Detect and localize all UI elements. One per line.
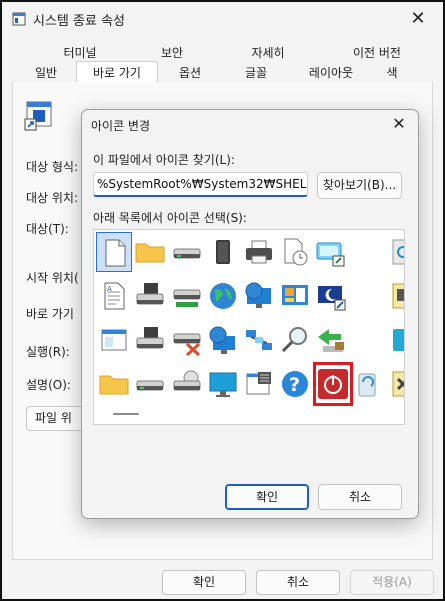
start-in-label: 시작 위치( bbox=[26, 271, 79, 285]
title-bar: 시스템 종료 속성 ✕ bbox=[2, 2, 443, 36]
floppy-drive-icon[interactable] bbox=[132, 276, 168, 316]
horizontal-scrollbar[interactable] bbox=[113, 413, 139, 415]
tab-font[interactable]: 글꼴 bbox=[228, 64, 284, 83]
select-icon-label: 아래 목록에서 아이콘 선택(S): bbox=[93, 211, 247, 225]
properties-window: 시스템 종료 속성 ✕ 터미널 보안 자세히 이전 버전 일반 바로 가기 옵션… bbox=[0, 0, 445, 601]
svg-text:?: ? bbox=[289, 374, 300, 396]
dialog-ok-button[interactable]: 확인 bbox=[225, 484, 309, 510]
back-arrow-icon[interactable] bbox=[313, 320, 349, 360]
app-window-icon[interactable] bbox=[96, 320, 132, 360]
cancel-button[interactable]: 취소 bbox=[256, 570, 340, 595]
icon-list[interactable]: A ? bbox=[93, 229, 405, 425]
memory-chip-icon[interactable] bbox=[205, 232, 241, 272]
floppy-drive-icon[interactable] bbox=[132, 320, 168, 360]
recycle-document-icon[interactable] bbox=[385, 232, 404, 272]
printer-icon[interactable] bbox=[241, 232, 277, 272]
folder-icon[interactable] bbox=[96, 364, 132, 404]
file-viewer-icon[interactable] bbox=[385, 276, 404, 316]
dialog-cancel-button[interactable]: 취소 bbox=[318, 484, 402, 510]
recycle-bin-icon[interactable] bbox=[349, 364, 385, 404]
dialog-title: 아이콘 변경 bbox=[91, 119, 151, 133]
window-close-button[interactable]: ✕ bbox=[406, 7, 430, 31]
globe-icon[interactable] bbox=[205, 276, 241, 316]
dialog-close-button[interactable]: ✕ bbox=[387, 113, 411, 135]
sleep-monitor-icon[interactable] bbox=[313, 276, 349, 316]
window-title: 시스템 종료 속성 bbox=[33, 14, 125, 29]
tab-colors[interactable]: 색 bbox=[372, 64, 412, 83]
network-icon[interactable] bbox=[241, 320, 277, 360]
monitor-icon[interactable] bbox=[205, 364, 241, 404]
shortcut-app-icon bbox=[12, 12, 26, 26]
target-location-label: 대상 위치: bbox=[26, 191, 79, 205]
globe-monitor-icon[interactable] bbox=[241, 276, 277, 316]
text-document-icon[interactable]: A bbox=[96, 276, 132, 316]
search-icon[interactable] bbox=[277, 320, 313, 360]
calculator-window-icon[interactable] bbox=[241, 364, 277, 404]
shortcut-large-icon bbox=[24, 101, 52, 131]
network-globe-icon[interactable] bbox=[205, 320, 241, 360]
help-icon[interactable]: ? bbox=[277, 364, 313, 404]
drive-icon[interactable] bbox=[132, 364, 168, 404]
power-icon[interactable] bbox=[313, 362, 353, 406]
cd-drive-icon[interactable] bbox=[169, 364, 205, 404]
control-panel-icon[interactable] bbox=[277, 276, 313, 316]
drive-icon[interactable] bbox=[169, 232, 205, 272]
document-clock-icon[interactable] bbox=[277, 232, 313, 272]
window-shortcut-icon[interactable] bbox=[313, 232, 349, 272]
svg-text:A: A bbox=[107, 285, 112, 293]
cyan-square-icon[interactable] bbox=[385, 320, 404, 360]
ok-button[interactable]: 확인 bbox=[162, 570, 246, 595]
icon-file-path-input[interactable]: %SystemRoot%₩System32₩SHELL32.dll bbox=[93, 172, 308, 197]
run-label: 실행(R): bbox=[26, 345, 70, 359]
icon-file-path-value: %SystemRoot%₩System32₩SHELL32.dll bbox=[97, 177, 307, 191]
browse-button[interactable]: 찾아보기(B)... bbox=[317, 172, 402, 199]
tab-shortcut[interactable]: 바로 가기 bbox=[76, 61, 158, 83]
disconnected-drive-icon[interactable] bbox=[169, 320, 205, 360]
folder-icon[interactable] bbox=[132, 232, 168, 272]
tools-icon[interactable] bbox=[385, 364, 404, 404]
shortcut-key-label: 바로 가기 bbox=[26, 307, 74, 321]
apply-button: 적용(A) bbox=[350, 570, 434, 595]
tab-general[interactable]: 일반 bbox=[20, 64, 72, 83]
tab-layout[interactable]: 레이아웃 bbox=[292, 64, 370, 83]
change-icon-dialog: 아이콘 변경 ✕ 이 파일에서 아이콘 찾기(L): %SystemRoot%₩… bbox=[81, 109, 419, 519]
blank-document-icon[interactable] bbox=[96, 232, 132, 272]
target-label: 대상(T): bbox=[26, 222, 69, 236]
comment-label: 설명(O): bbox=[26, 378, 71, 392]
network-drive-icon[interactable] bbox=[169, 276, 205, 316]
tab-options[interactable]: 옵션 bbox=[162, 64, 218, 83]
find-icons-label: 이 파일에서 아이콘 찾기(L): bbox=[93, 153, 235, 167]
target-type-label: 대상 형식: bbox=[26, 160, 79, 174]
